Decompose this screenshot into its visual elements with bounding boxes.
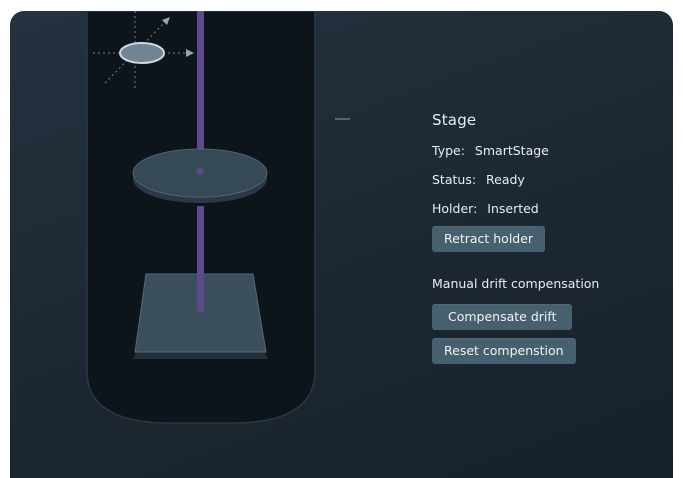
status-row: Status: Ready	[432, 170, 662, 199]
holder-icon	[119, 42, 165, 64]
holder-row: Holder: Inserted	[432, 199, 662, 228]
rod	[197, 11, 204, 169]
status-label: Status:	[432, 172, 477, 187]
stage-window: Stage Type: SmartStage Status: Ready Hol…	[10, 11, 673, 478]
type-label: Type:	[432, 143, 465, 158]
holder-value: Inserted	[487, 201, 539, 216]
type-value: SmartStage	[474, 143, 549, 158]
drift-section-title: Manual drift compensation	[432, 276, 600, 291]
stage-panel: Stage Type: SmartStage Status: Ready Hol…	[432, 111, 662, 364]
compensate-drift-button[interactable]: Compensate drift	[432, 304, 573, 330]
type-row: Type: SmartStage	[432, 141, 662, 170]
stage-title: Stage	[432, 111, 477, 129]
status-value: Ready	[486, 172, 525, 187]
stage-illustration	[86, 11, 350, 424]
retract-holder-button[interactable]: Retract holder	[432, 226, 546, 252]
reset-compensation-button[interactable]: Reset compenstion	[432, 338, 576, 364]
holder-label: Holder:	[432, 201, 478, 216]
